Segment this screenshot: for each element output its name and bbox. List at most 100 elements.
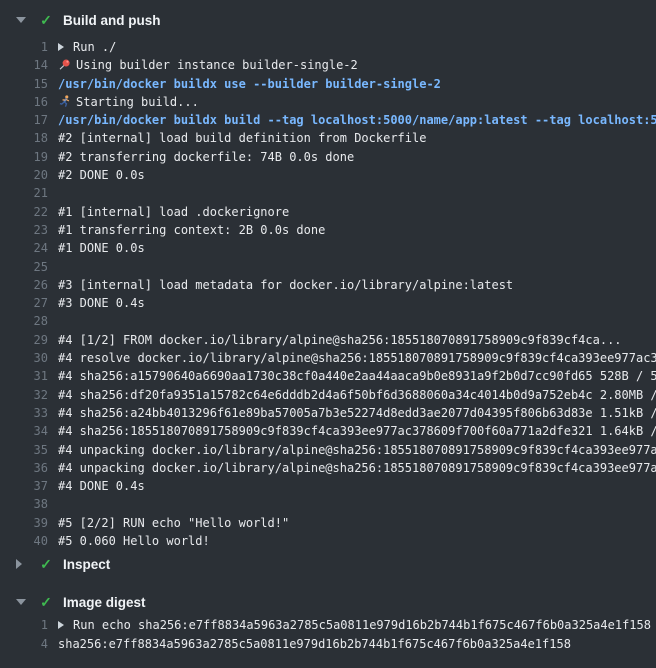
log-text: #4 sha256:df20fa9351a15782c64e6dddb2d4a6… (58, 386, 656, 404)
chevron-down-icon[interactable] (16, 17, 28, 23)
log-text: sha256:e7ff8834a5963a2785c5a0811e979d16b… (58, 635, 571, 653)
line-number: 1 (0, 38, 48, 56)
chevron-right-glyph (16, 559, 22, 569)
log-line[interactable]: 26 #3 [internal] load metadata for docker… (0, 276, 656, 294)
log-line[interactable]: 37 #4 DONE 0.4s (0, 477, 656, 495)
line-number: 39 (0, 514, 48, 532)
log-line[interactable]: 29 #4 [1/2] FROM docker.io/library/alpine… (0, 331, 656, 349)
log-line[interactable]: 25 (0, 258, 656, 276)
expand-run-icon[interactable] (58, 43, 64, 51)
log-line[interactable]: 30 #4 resolve docker.io/library/alpine@sh… (0, 349, 656, 367)
log-line[interactable]: 35 #4 unpacking docker.io/library/alpine@… (0, 441, 656, 459)
log-line[interactable]: 17/usr/bin/docker buildx build --tag loc… (0, 111, 656, 129)
section-log-lines: 1 Run ./14Using builder instance builder-… (0, 38, 656, 550)
line-number: 28 (0, 312, 48, 330)
line-number: 27 (0, 294, 48, 312)
line-number: 22 (0, 203, 48, 221)
log-text: Starting build... (58, 93, 199, 111)
line-number: 18 (0, 129, 48, 147)
log-line[interactable]: 33 #4 sha256:a24bb4013296f61e89ba57005a7b… (0, 404, 656, 422)
log-line[interactable]: 38 (0, 495, 656, 513)
log-line[interactable]: 36 #4 unpacking docker.io/library/alpine@… (0, 459, 656, 477)
section-label: Build and push (63, 13, 161, 28)
line-number: 32 (0, 386, 48, 404)
log-line[interactable]: 40#5 0.060 Hello world! (0, 532, 656, 550)
line-number: 35 (0, 441, 48, 459)
line-number: 23 (0, 221, 48, 239)
log-line[interactable]: 23 #1 transferring context: 2B 0.0s done (0, 221, 656, 239)
section-header-inspect[interactable]: ✓ Inspect (0, 554, 656, 574)
success-check-icon: ✓ (38, 556, 54, 573)
log-line[interactable]: 39#5 [2/2] RUN echo "Hello world!" (0, 514, 656, 532)
log-text: #4 unpacking docker.io/library/alpine@sh… (58, 459, 656, 477)
log-text: #4 sha256:185518070891758909c9f839cf4ca3… (58, 422, 656, 440)
line-number: 4 (0, 635, 48, 653)
log-text: #4 [1/2] FROM docker.io/library/alpine@s… (58, 331, 622, 349)
line-number: 29 (0, 331, 48, 349)
line-number: 16 (0, 93, 48, 111)
section-label: Inspect (63, 557, 110, 572)
chevron-down-icon[interactable] (16, 599, 28, 605)
log-text: /usr/bin/docker buildx use --builder bui… (58, 75, 441, 93)
line-number: 1 (0, 616, 48, 634)
log-text: #1 [internal] load .dockerignore (58, 203, 289, 221)
log-text: #2 DONE 0.0s (58, 166, 145, 184)
log-line[interactable]: 1 Run ./ (0, 38, 656, 56)
log-text: #1 DONE 0.0s (58, 239, 145, 257)
log-line[interactable]: 4 sha256:e7ff8834a5963a2785c5a0811e979d16… (0, 635, 656, 653)
pushpin-icon (58, 58, 71, 71)
log-line[interactable]: 34 #4 sha256:185518070891758909c9f839cf4c… (0, 422, 656, 440)
log-text: #1 transferring context: 2B 0.0s done (58, 221, 325, 239)
line-number: 17 (0, 111, 48, 129)
log-line[interactable]: 16 Starting build... (0, 93, 656, 111)
section-header-image-digest[interactable]: ✓Image digest (0, 592, 656, 612)
chevron-down-glyph (16, 599, 26, 605)
success-check-icon: ✓ (38, 12, 54, 29)
log-section-image-digest: ✓Image digest 1 Run echo sha256:e7ff8834a5… (0, 592, 656, 653)
log-text: #2 [internal] load build definition from… (58, 129, 426, 147)
line-number: 19 (0, 148, 48, 166)
log-line[interactable]: 18 #2 [internal] load build definition fr… (0, 129, 656, 147)
expand-run-icon[interactable] (58, 621, 64, 629)
log-text: #4 unpacking docker.io/library/alpine@sh… (58, 441, 656, 459)
log-line[interactable]: 32 #4 sha256:df20fa9351a15782c64e6dddb2d4… (0, 386, 656, 404)
log-text: Run ./ (58, 38, 116, 56)
log-line[interactable]: 14Using builder instance builder-single-… (0, 56, 656, 74)
log-line[interactable]: 22 #1 [internal] load .dockerignore (0, 203, 656, 221)
log-line[interactable]: 31 #4 sha256:a15790640a6690aa1730c38cf0a4… (0, 367, 656, 385)
line-number: 21 (0, 184, 48, 202)
log-text: Run echo sha256:e7ff8834a5963a2785c5a081… (58, 616, 651, 634)
line-number: 34 (0, 422, 48, 440)
log-text: #3 DONE 0.4s (58, 294, 145, 312)
log-line[interactable]: 21 (0, 184, 656, 202)
log-text: #4 sha256:a15790640a6690aa1730c38cf0a440… (58, 367, 656, 385)
line-number: 37 (0, 477, 48, 495)
log-section-build-and-push: ✓ Build and push 1 Run ./14Using builder in… (0, 10, 656, 550)
log-line[interactable]: 20 #2 DONE 0.0s (0, 166, 656, 184)
log-text: #4 sha256:a24bb4013296f61e89ba57005a7b3e… (58, 404, 656, 422)
log-text: #3 [internal] load metadata for docker.i… (58, 276, 513, 294)
line-number: 20 (0, 166, 48, 184)
line-number: 15 (0, 75, 48, 93)
chevron-right-icon[interactable] (16, 559, 28, 569)
line-number: 26 (0, 276, 48, 294)
chevron-down-glyph (16, 17, 26, 23)
log-line[interactable]: 19 #2 transferring dockerfile: 74B 0.0s d… (0, 148, 656, 166)
log-line[interactable]: 28 (0, 312, 656, 330)
log-text: #2 transferring dockerfile: 74B 0.0s don… (58, 148, 354, 166)
log-line[interactable]: 24 #1 DONE 0.0s (0, 239, 656, 257)
section-header-build-and-push[interactable]: ✓ Build and push (0, 10, 656, 30)
log-text: #4 resolve docker.io/library/alpine@sha2… (58, 349, 656, 367)
log-line[interactable]: 1 Run echo sha256:e7ff8834a5963a2785c5a08… (0, 616, 656, 634)
line-number: 40 (0, 532, 48, 550)
log-text: #4 DONE 0.4s (58, 477, 145, 495)
workflow-log-viewer: ✓ Build and push 1 Run ./14Using builder in… (0, 10, 656, 653)
log-line[interactable]: 15/usr/bin/docker buildx use --builder b… (0, 75, 656, 93)
line-number: 36 (0, 459, 48, 477)
line-number: 14 (0, 56, 48, 74)
line-number: 24 (0, 239, 48, 257)
line-number: 30 (0, 349, 48, 367)
log-line[interactable]: 27 #3 DONE 0.4s (0, 294, 656, 312)
line-number: 31 (0, 367, 48, 385)
line-number: 33 (0, 404, 48, 422)
